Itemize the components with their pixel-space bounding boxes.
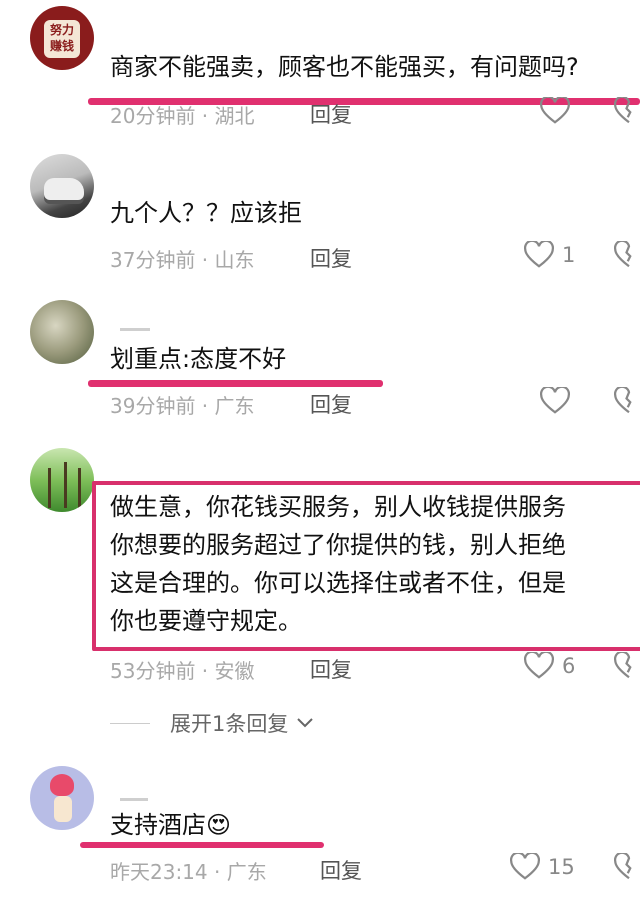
avatar-text: 赚钱: [49, 39, 74, 53]
comment-text-line: 你想要的服务超过了你提供的钱，别人拒绝: [110, 531, 566, 559]
reply-button[interactable]: 回复: [310, 654, 352, 684]
comment-meta: 39分钟前 · 广东: [110, 394, 255, 418]
nickname-placeholder: [120, 798, 148, 801]
comment-meta: 昨天23:14 · 广东: [110, 860, 267, 884]
like-count: 1: [562, 243, 576, 267]
comment-text: 划重点:态度不好: [110, 345, 287, 373]
broken-heart-icon: [613, 650, 632, 679]
like-button[interactable]: 1: [524, 241, 575, 269]
avatar-image: [78, 468, 81, 508]
broken-heart-icon: [613, 851, 632, 880]
like-button[interactable]: [540, 97, 570, 125]
comment-meta: 37分钟前 · 山东: [110, 248, 255, 272]
reply-button[interactable]: 回复: [320, 855, 362, 885]
heart-icon: [524, 241, 554, 268]
comment-meta: 20分钟前 · 湖北: [110, 104, 255, 128]
broken-heart-icon: [613, 239, 632, 268]
comment-text: 支持酒店😍: [110, 808, 231, 842]
heart-icon: [510, 853, 540, 880]
divider: [110, 722, 150, 724]
comment-text: 商家不能强卖，顾客也不能强买，有问题吗?: [110, 53, 579, 81]
dislike-button[interactable]: [613, 650, 640, 684]
broken-heart-icon: [613, 385, 632, 414]
avatar[interactable]: [30, 766, 94, 830]
heart-icon: [524, 652, 554, 679]
highlight-underline: [80, 842, 324, 848]
reply-button[interactable]: 回复: [310, 389, 352, 419]
avatar[interactable]: [30, 300, 94, 364]
comment-text-line: 做生意，你花钱买服务，别人收钱提供服务: [110, 493, 566, 521]
avatar-image: [64, 462, 67, 508]
heart-eyes-emoji: 😍: [206, 811, 232, 839]
reply-button[interactable]: 回复: [310, 243, 352, 273]
reply-button[interactable]: 回复: [310, 99, 352, 129]
avatar-image: [50, 774, 74, 796]
like-button[interactable]: 6: [524, 652, 575, 680]
dislike-button[interactable]: [613, 385, 640, 419]
broken-heart-icon: [613, 95, 632, 124]
expand-replies-label: 展开1条回复: [170, 712, 289, 736]
dislike-button[interactable]: [613, 851, 640, 885]
comment-text: 九个人？？应该拒: [110, 199, 302, 227]
comment-text-content: 支持酒店: [110, 811, 206, 839]
avatar-image: [54, 796, 72, 822]
avatar[interactable]: [30, 154, 94, 218]
nickname-placeholder: [120, 328, 150, 331]
avatar-image: [48, 468, 51, 508]
dislike-button[interactable]: [613, 239, 640, 273]
expand-replies-button[interactable]: 展开1条回复: [110, 708, 314, 738]
avatar-badge: 努力 赚钱: [44, 20, 80, 58]
heart-icon: [540, 387, 570, 414]
avatar-text: 努力: [49, 23, 74, 37]
like-button[interactable]: 15: [510, 853, 575, 881]
comment-text-line: 你也要遵守规定。: [110, 607, 302, 635]
highlight-underline: [88, 380, 383, 387]
like-count: 15: [548, 855, 575, 879]
heart-icon: [540, 97, 570, 124]
dislike-button[interactable]: [613, 95, 640, 129]
avatar-image: [44, 178, 84, 200]
comment-meta: 53分钟前 · 安徽: [110, 659, 255, 683]
like-count: 6: [562, 654, 576, 678]
avatar[interactable]: 努力 赚钱: [30, 6, 94, 70]
avatar[interactable]: [30, 448, 94, 512]
comment-text-line: 这是合理的。你可以选择住或者不住，但是: [110, 569, 566, 597]
like-button[interactable]: [540, 387, 570, 415]
chevron-down-icon: [297, 718, 314, 728]
